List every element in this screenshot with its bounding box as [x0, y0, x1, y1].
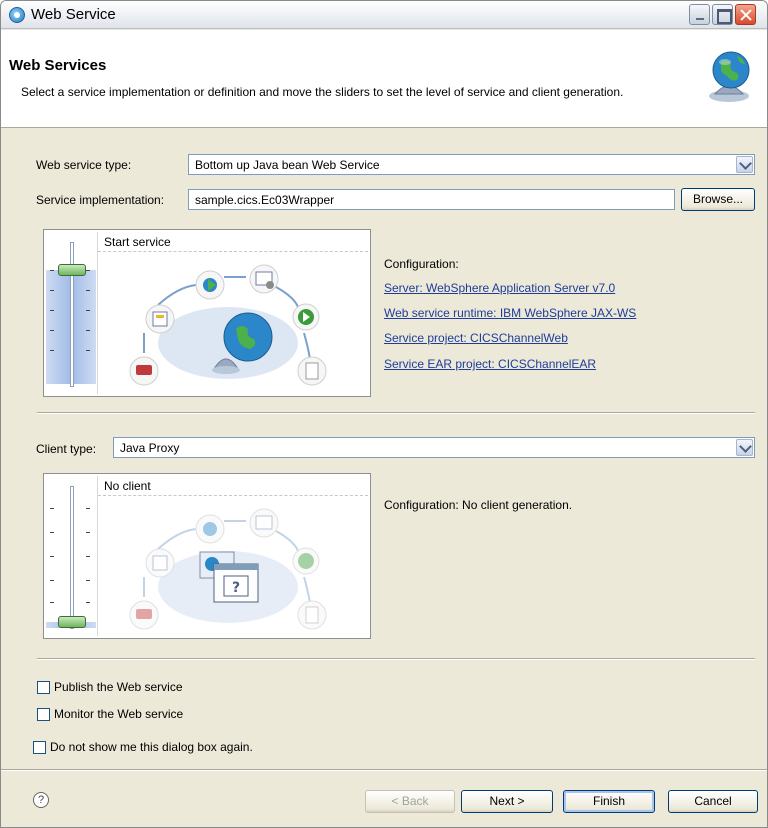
slider-tick — [86, 602, 90, 603]
service-level-panel: Start service — [43, 229, 371, 397]
service-configuration-heading: Configuration: — [384, 257, 459, 271]
section-divider — [37, 412, 755, 414]
slider-tick — [86, 556, 90, 557]
dont-show-again-checkbox[interactable] — [33, 741, 46, 754]
globe-server-icon — [709, 51, 750, 102]
publish-web-service-checkbox[interactable] — [37, 681, 50, 694]
footer-divider — [1, 769, 767, 771]
close-button[interactable] — [735, 4, 756, 25]
slider-tick — [50, 556, 54, 557]
monitor-web-service-checkbox[interactable] — [37, 708, 50, 721]
slider-tick — [86, 290, 90, 291]
web-service-type-label: Web service type: — [36, 158, 132, 172]
dont-show-again-label[interactable]: Do not show me this dialog box again. — [50, 740, 253, 754]
window-title: Web Service — [31, 6, 116, 23]
finish-button[interactable]: Finish — [563, 790, 655, 813]
slider-tick — [50, 532, 54, 533]
svg-text:?: ? — [232, 580, 240, 596]
chevron-down-icon[interactable] — [736, 439, 753, 456]
slider-tick — [86, 580, 90, 581]
client-type-label: Client type: — [36, 442, 97, 456]
browse-button[interactable]: Browse... — [681, 188, 755, 211]
title-bar[interactable]: Web Service — [1, 1, 767, 29]
server-link[interactable]: Server: WebSphere Application Server v7.… — [384, 281, 615, 295]
slider-tick — [50, 350, 54, 351]
client-configuration-text: Configuration: No client generation. — [384, 498, 573, 512]
help-icon[interactable]: ? — [33, 792, 49, 808]
service-ear-project-link[interactable]: Service EAR project: CICSChannelEAR — [384, 357, 596, 371]
client-type-value: Java Proxy — [120, 441, 180, 455]
slider-tick — [50, 508, 54, 509]
service-level-slider[interactable] — [46, 232, 96, 394]
client-type-select[interactable]: Java Proxy — [113, 437, 755, 458]
unknown-client-icon: ? — [199, 551, 259, 603]
web-service-runtime-link[interactable]: Web service runtime: IBM WebSphere JAX-W… — [384, 306, 636, 320]
web-service-app-icon — [9, 7, 25, 23]
service-project-link[interactable]: Service project: CICSChannelWeb — [384, 331, 568, 345]
client-level-slider[interactable] — [46, 476, 96, 636]
page-description: Select a service implementation or defin… — [21, 85, 624, 99]
client-level-caption: No client — [98, 476, 368, 496]
slider-tick — [50, 270, 54, 271]
web-service-type-value: Bottom up Java bean Web Service — [195, 158, 380, 172]
service-implementation-label: Service implementation: — [36, 193, 165, 207]
next-button[interactable]: Next > — [461, 790, 553, 813]
web-service-dialog: Web Service Web Services Select a servic… — [0, 0, 768, 828]
service-slider-thumb[interactable] — [58, 264, 86, 277]
web-service-type-select[interactable]: Bottom up Java bean Web Service — [188, 154, 755, 175]
header-banner: Web Services Select a service implementa… — [1, 30, 767, 128]
slider-tick — [50, 580, 54, 581]
slider-tick — [50, 290, 54, 291]
publish-web-service-label[interactable]: Publish the Web service — [54, 680, 183, 694]
slider-tick — [86, 350, 90, 351]
back-button[interactable]: < Back — [365, 790, 455, 813]
cancel-button[interactable]: Cancel — [668, 790, 758, 813]
service-implementation-field[interactable] — [188, 189, 675, 210]
monitor-web-service-label[interactable]: Monitor the Web service — [54, 707, 183, 721]
service-level-illustration: Start service — [97, 232, 368, 394]
chevron-down-icon[interactable] — [736, 156, 753, 173]
slider-tick — [86, 532, 90, 533]
slider-tick — [86, 508, 90, 509]
minimize-button[interactable] — [689, 4, 710, 25]
slider-tick — [86, 310, 90, 311]
section-divider — [37, 658, 755, 660]
maximize-button[interactable] — [712, 4, 733, 25]
client-level-panel: No client ? — [43, 473, 371, 639]
page-title: Web Services — [9, 57, 107, 74]
slider-tick — [86, 330, 90, 331]
client-slider-thumb[interactable] — [58, 616, 86, 628]
slider-tick — [50, 310, 54, 311]
slider-tick — [50, 330, 54, 331]
service-lifecycle-diagram — [129, 264, 327, 386]
service-level-caption: Start service — [98, 232, 368, 252]
service-implementation-input[interactable] — [189, 190, 674, 209]
client-slider-rail — [70, 486, 74, 629]
slider-tick — [50, 602, 54, 603]
slider-tick — [86, 270, 90, 271]
client-level-illustration: No client ? — [97, 476, 368, 636]
